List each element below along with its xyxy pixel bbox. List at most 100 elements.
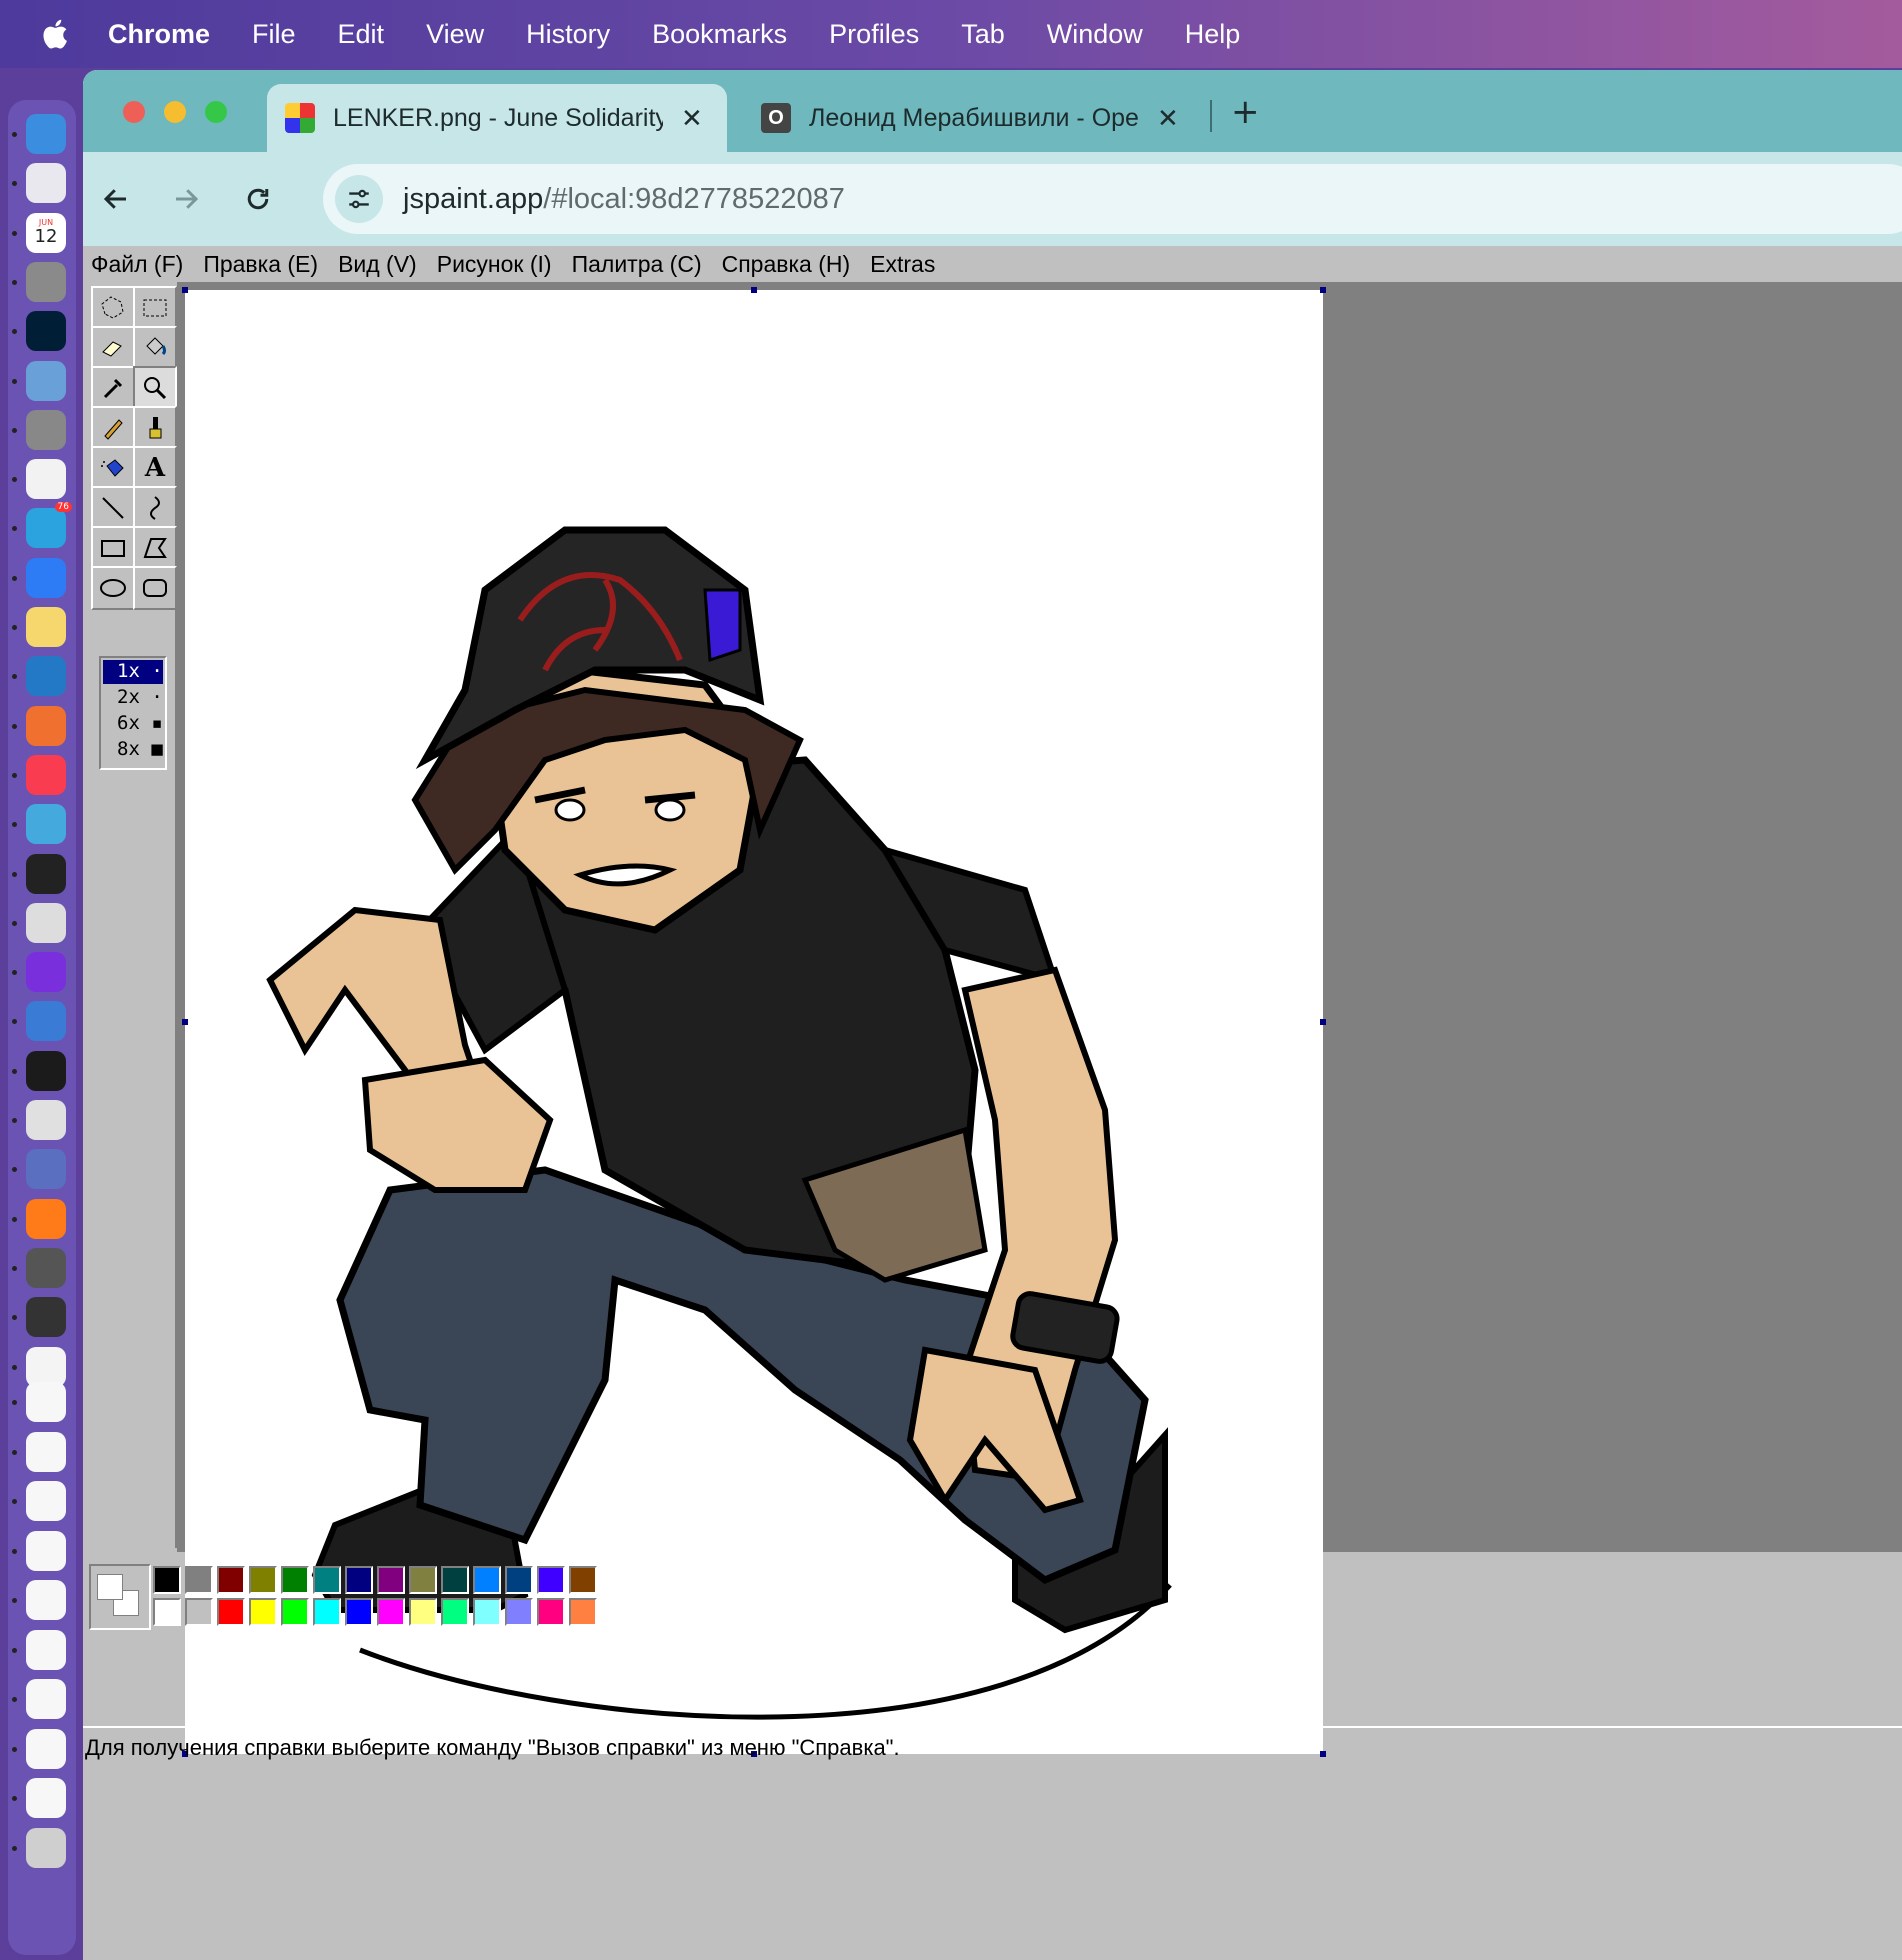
palette-swatch[interactable] [153,1598,181,1626]
telegram-icon[interactable]: 76 [26,502,72,549]
palette-swatch[interactable] [185,1566,213,1594]
menu-help[interactable]: Help [1185,19,1241,50]
palette-swatch[interactable] [409,1598,437,1626]
palette-swatch[interactable] [313,1566,341,1594]
doc-7-icon[interactable] [26,1679,66,1719]
palette-swatch[interactable] [249,1598,277,1626]
fill-tool[interactable] [133,326,177,370]
menu-edit[interactable]: Edit [338,19,385,50]
trash-icon[interactable] [26,1827,66,1868]
palette-swatch[interactable] [505,1598,533,1626]
preview-icon[interactable] [26,360,66,401]
menu-chrome[interactable]: Chrome [108,19,210,50]
firefox-icon[interactable] [26,1198,66,1239]
close-tab-icon[interactable]: ✕ [1157,103,1179,134]
rounded-rectangle-tool[interactable] [133,566,177,610]
airbrush-tool[interactable] [91,446,135,490]
resize-handle[interactable] [1320,1019,1326,1025]
system-settings-icon[interactable] [26,261,66,302]
palette-swatch[interactable] [345,1566,373,1594]
menu-history[interactable]: History [526,19,610,50]
music-icon[interactable] [26,754,66,795]
menu-profiles[interactable]: Profiles [829,19,919,50]
menu-extras[interactable]: Extras [870,251,935,278]
apple-icon[interactable] [40,17,74,51]
palette-swatch[interactable] [377,1566,405,1594]
palette-swatch[interactable] [313,1598,341,1626]
primary-color[interactable] [97,1574,123,1600]
maximize-window-button[interactable] [205,101,227,123]
palette-swatch[interactable] [249,1566,277,1594]
doc-1-icon[interactable] [26,1382,66,1422]
doc-8-icon[interactable] [26,1728,66,1769]
menu-bookmarks[interactable]: Bookmarks [652,19,787,50]
menu-help-ru[interactable]: Справка (H) [722,251,851,278]
eraser-tool[interactable] [91,326,135,370]
palette-swatch[interactable] [537,1566,565,1594]
resize-handle[interactable] [751,287,757,293]
palette-swatch[interactable] [473,1566,501,1594]
terminal-icon[interactable] [26,1050,66,1091]
menu-window[interactable]: Window [1047,19,1143,50]
resize-handle[interactable] [182,1019,188,1025]
zoom-option-1x[interactable]: 1x · [103,660,163,684]
quicktime-icon[interactable] [26,804,66,845]
zoom-option-6x[interactable]: 6x ▪ [103,712,163,736]
ellipse-tool[interactable] [91,566,135,610]
safari-icon[interactable] [26,557,66,598]
resize-handle[interactable] [1320,287,1326,293]
iphone-mirroring-icon[interactable] [26,409,66,450]
back-button[interactable] [91,174,141,224]
menu-file-ru[interactable]: Файл (F) [91,251,183,278]
toolbox-app-icon[interactable] [26,1149,66,1190]
drawing-canvas[interactable] [182,287,1326,1757]
palette-swatch[interactable] [569,1598,597,1626]
capture-one-icon[interactable] [26,952,66,993]
lenker-preview-icon[interactable] [26,1346,66,1387]
minimize-window-button[interactable] [164,101,186,123]
palette-swatch[interactable] [409,1566,437,1594]
zoom-option-2x[interactable]: 2x · [103,686,163,710]
palette-swatch[interactable] [569,1566,597,1594]
launchpad-icon[interactable] [26,163,66,204]
new-tab-button[interactable]: + [1231,92,1260,132]
doc-9-icon[interactable] [26,1778,66,1818]
tab-lenker[interactable]: LENKER.png - June Solidarity ✕ [267,84,727,152]
brush-tool[interactable] [133,406,177,450]
resize-handle[interactable] [182,287,188,293]
palette-swatch[interactable] [441,1598,469,1626]
tab-opera[interactable]: O Леонид Мерабишвили - Ope ✕ [743,84,1203,152]
menu-view[interactable]: View [426,19,484,50]
palette-swatch[interactable] [505,1566,533,1594]
palette-swatch[interactable] [281,1566,309,1594]
notes-icon[interactable] [26,607,66,647]
line-tool[interactable] [91,486,135,530]
textedit-icon[interactable] [26,902,66,943]
free-form-select-tool[interactable] [91,286,135,330]
close-window-button[interactable] [123,101,145,123]
rect-select-tool[interactable] [133,286,177,330]
menu-tab[interactable]: Tab [961,19,1005,50]
doc-6-icon[interactable] [26,1629,66,1670]
palette-swatch[interactable] [441,1566,469,1594]
calendar-icon[interactable]: JUN 12 [26,212,66,253]
palette-swatch[interactable] [185,1598,213,1626]
palette-swatch[interactable] [281,1598,309,1626]
text-tool[interactable]: A [133,446,177,490]
menu-palette-ru[interactable]: Палитра (C) [572,251,702,278]
site-settings-icon[interactable] [335,175,383,223]
current-colors[interactable] [89,1564,151,1630]
doc-3-icon[interactable] [26,1481,66,1521]
palette-swatch[interactable] [473,1598,501,1626]
vscode-icon[interactable] [26,656,66,697]
palette-swatch[interactable] [217,1598,245,1626]
curve-tool[interactable] [133,486,177,530]
pencil-tool[interactable] [91,406,135,450]
magnifier-tool[interactable] [133,366,177,410]
calculator-icon[interactable] [26,1247,66,1288]
doc-2-icon[interactable] [26,1431,66,1472]
doc-5-icon[interactable] [26,1580,66,1620]
palette-swatch[interactable] [217,1566,245,1594]
pencil-app-icon[interactable] [26,705,66,746]
xp-pen-icon[interactable] [26,853,66,894]
